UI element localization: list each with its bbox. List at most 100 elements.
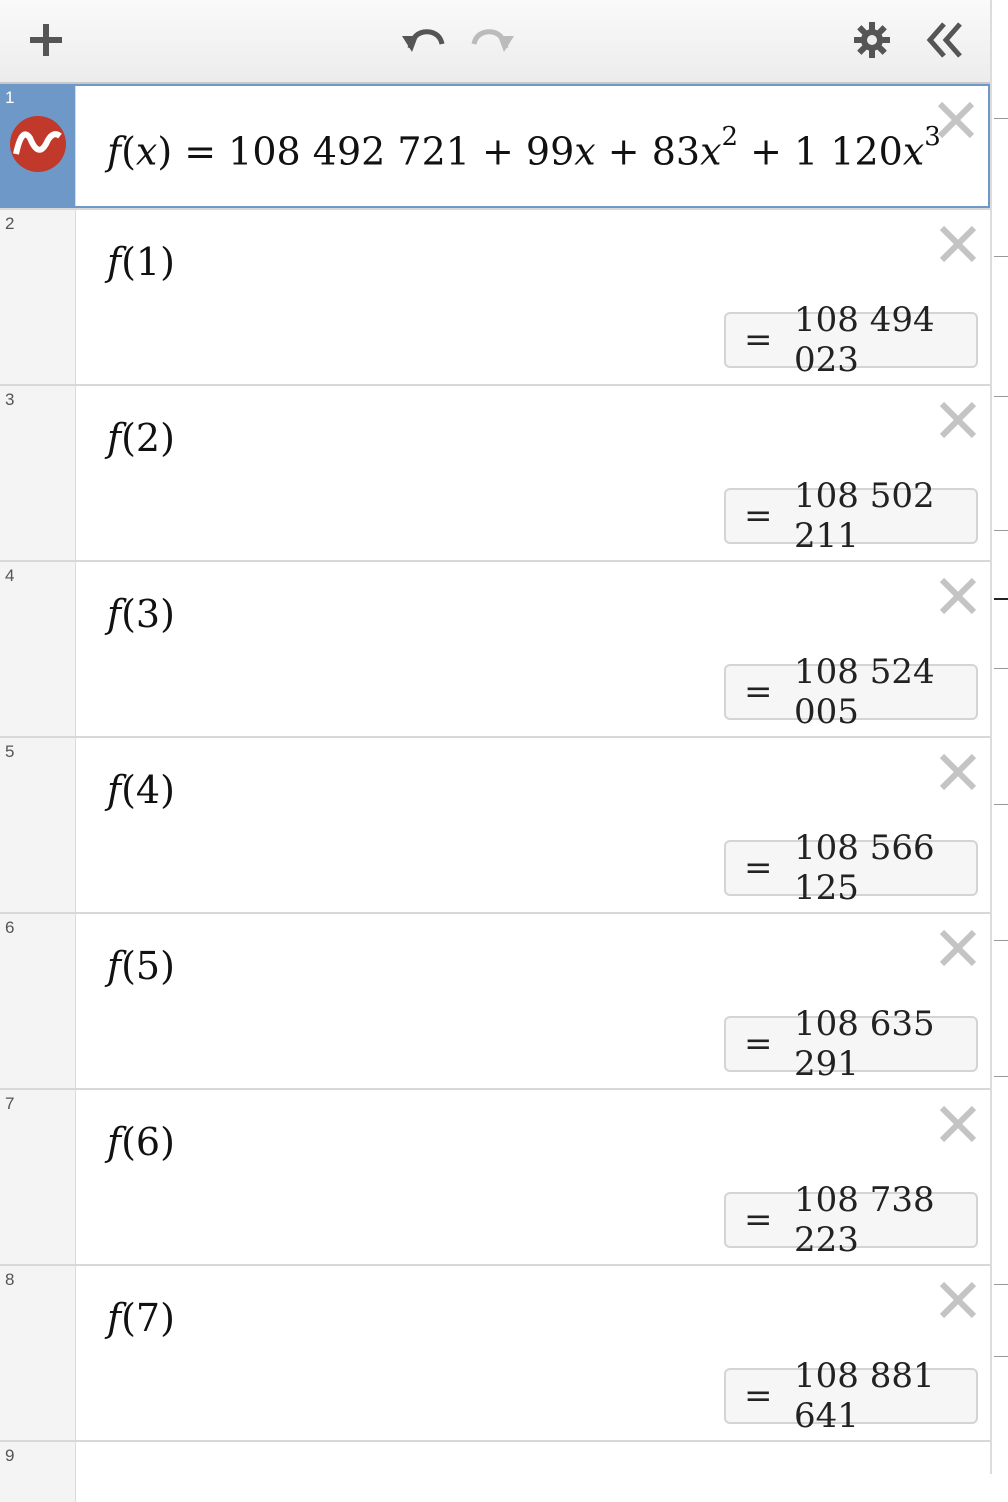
graph-color-icon[interactable] <box>8 114 68 174</box>
row-number: 8 <box>5 1270 15 1289</box>
function-name: f <box>107 1120 122 1164</box>
grid-tick <box>994 940 1008 941</box>
function-arg: x <box>135 129 158 174</box>
expression-input[interactable]: f(2) = 108 502 211 <box>75 386 990 560</box>
row-number: 3 <box>5 390 15 409</box>
expression-row-4[interactable]: 4 f(3) = 108 524 005 <box>0 562 990 738</box>
function-arg: 1 <box>135 240 161 284</box>
close-icon[interactable] <box>938 1104 978 1144</box>
equals-sign: = <box>744 496 773 536</box>
expression-list: 1 f(x) = 108 492 721 + 99x + 83x2 + 1 12… <box>0 84 990 1502</box>
row-gutter: 1 <box>0 84 76 208</box>
evaluation-result: = 108 635 291 <box>724 1004 978 1084</box>
function-name: f <box>107 1296 122 1340</box>
grid-tick <box>994 668 1008 669</box>
result-value: 108 502 211 <box>794 476 935 556</box>
result-value: 108 635 291 <box>794 1004 935 1084</box>
grid-tick <box>994 530 1008 531</box>
close-icon[interactable] <box>938 928 978 968</box>
expression-math: f(6) <box>107 1120 175 1164</box>
expression-math: f(1) <box>107 240 175 284</box>
expression-row-6[interactable]: 6 f(5) = 108 635 291 <box>0 914 990 1090</box>
expression-row-7[interactable]: 7 f(6) = 108 738 223 <box>0 1090 990 1266</box>
evaluation-result: = 108 524 005 <box>724 652 978 732</box>
expression-row-1[interactable]: 1 f(x) = 108 492 721 + 99x + 83x2 + 1 12… <box>0 84 990 210</box>
expression-input[interactable]: f(1) = 108 494 023 <box>75 210 990 384</box>
expression-math: f(3) <box>107 592 175 636</box>
row-number: 7 <box>5 1094 15 1113</box>
function-arg: 3 <box>135 592 161 636</box>
close-icon[interactable] <box>938 224 978 264</box>
equals-sign: = <box>744 848 773 888</box>
result-value: 108 524 005 <box>794 652 935 732</box>
expression-row-2[interactable]: 2 f(1) = 108 494 023 <box>0 210 990 386</box>
expr-var: x <box>700 129 722 174</box>
close-icon[interactable] <box>938 576 978 616</box>
grid-tick <box>994 118 1008 119</box>
row-number: 6 <box>5 918 15 937</box>
evaluation-result: = 108 566 125 <box>724 828 978 908</box>
expression-row-8[interactable]: 8 f(7) = 108 881 641 <box>0 1266 990 1442</box>
expr-term: 108 492 721 + 99 <box>228 129 575 174</box>
toolbar <box>0 0 990 84</box>
row-gutter: 3 <box>0 386 76 560</box>
row-gutter: 4 <box>0 562 76 736</box>
function-name: f <box>107 240 122 284</box>
graph-edge <box>990 0 1008 1474</box>
undo-icon[interactable] <box>398 16 446 64</box>
close-icon[interactable] <box>938 752 978 792</box>
function-name: f <box>107 416 122 460</box>
function-arg: 2 <box>135 416 161 460</box>
equals-sign: = <box>744 672 773 712</box>
function-name: f <box>107 129 122 174</box>
gear-icon[interactable] <box>848 16 896 64</box>
grid-tick <box>994 1284 1008 1285</box>
expression-input[interactable]: f(5) = 108 635 291 <box>75 914 990 1088</box>
evaluation-result: = 108 738 223 <box>724 1180 978 1260</box>
expression-input[interactable] <box>75 1442 990 1502</box>
function-arg: 4 <box>135 768 161 812</box>
expression-input[interactable]: f(7) = 108 881 641 <box>75 1266 990 1440</box>
expression-row-5[interactable]: 5 f(4) = 108 566 125 <box>0 738 990 914</box>
expr-term: + 83 <box>595 129 701 174</box>
row-number: 2 <box>5 214 15 233</box>
equals-sign: = <box>744 1200 773 1240</box>
row-number: 5 <box>5 742 15 761</box>
equals-sign: = <box>744 320 773 360</box>
expr-var: x <box>574 129 596 174</box>
result-value: 108 738 223 <box>794 1180 935 1260</box>
expression-row-3[interactable]: 3 f(2) = 108 502 211 <box>0 386 990 562</box>
function-arg: 6 <box>135 1120 161 1164</box>
expression-math: f(7) <box>107 1296 175 1340</box>
evaluation-result: = 108 502 211 <box>724 476 978 556</box>
grid-tick <box>994 256 1008 257</box>
row-gutter: 8 <box>0 1266 76 1440</box>
close-icon[interactable] <box>938 1280 978 1320</box>
expression-math: f(5) <box>107 944 175 988</box>
function-arg: 7 <box>135 1296 161 1340</box>
grid-tick <box>994 1356 1008 1357</box>
result-value: 108 881 641 <box>794 1356 935 1436</box>
result-value: 108 566 125 <box>794 828 935 908</box>
row-gutter: 5 <box>0 738 76 912</box>
double-chevron-left-icon[interactable] <box>920 16 968 64</box>
expression-input[interactable]: f(x) = 108 492 721 + 99x + 83x2 + 1 120x… <box>75 84 990 208</box>
evaluation-result: = 108 494 023 <box>724 300 978 380</box>
redo-icon[interactable] <box>470 16 518 64</box>
expression-row-9[interactable]: 9 <box>0 1442 990 1502</box>
expr-exponent: 2 <box>721 122 739 152</box>
plus-icon[interactable] <box>22 16 70 64</box>
expression-input[interactable]: f(6) = 108 738 223 <box>75 1090 990 1264</box>
expression-input[interactable]: f(3) = 108 524 005 <box>75 562 990 736</box>
row-gutter: 7 <box>0 1090 76 1264</box>
row-number: 4 <box>5 566 15 585</box>
expression-input[interactable]: f(4) = 108 566 125 <box>75 738 990 912</box>
close-icon[interactable] <box>936 100 976 140</box>
equals-sign: = <box>744 1024 773 1064</box>
function-name: f <box>107 768 122 812</box>
close-icon[interactable] <box>938 400 978 440</box>
expression-math: f(x) = 108 492 721 + 99x + 83x2 + 1 120x… <box>107 122 941 174</box>
row-gutter: 9 <box>0 1442 76 1502</box>
grid-tick <box>994 396 1008 397</box>
expr-var: x <box>902 129 925 174</box>
